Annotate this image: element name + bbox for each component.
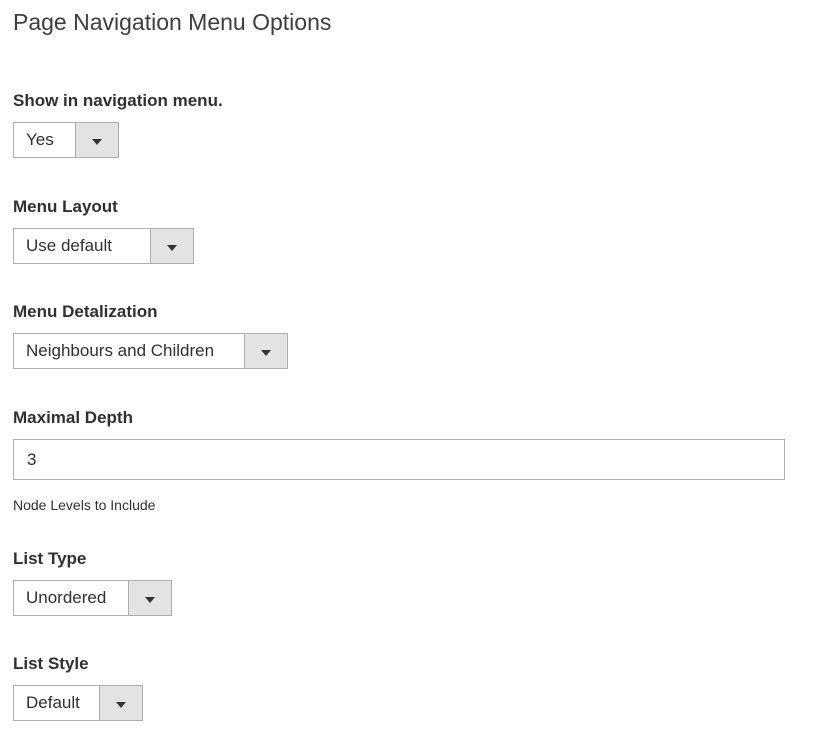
show-in-nav-label: Show in navigation menu. <box>13 91 223 110</box>
menu-layout-select[interactable]: Use default <box>13 228 194 264</box>
show-in-nav-field: Show in navigation menu. Yes <box>13 90 223 158</box>
page-title: Page Navigation Menu Options <box>13 9 332 35</box>
list-style-field: List Style Default <box>13 653 143 721</box>
maximal-depth-field: Maximal Depth Node Levels to Include <box>13 407 785 514</box>
caret-down-icon <box>261 349 271 356</box>
caret-down-icon <box>92 138 102 145</box>
menu-layout-value: Use default <box>26 236 112 255</box>
maximal-depth-label: Maximal Depth <box>13 408 133 427</box>
list-type-label: List Type <box>13 549 87 568</box>
show-in-nav-value: Yes <box>26 130 54 149</box>
menu-layout-label: Menu Layout <box>13 197 118 216</box>
caret-down-icon <box>167 244 177 251</box>
show-in-nav-select[interactable]: Yes <box>13 122 119 158</box>
list-type-select[interactable]: Unordered <box>13 580 172 616</box>
menu-detalization-field: Menu Detalization Neighbours and Childre… <box>13 301 288 369</box>
list-type-field: List Type Unordered <box>13 548 172 616</box>
menu-detalization-select[interactable]: Neighbours and Children <box>13 333 288 369</box>
list-style-dropdown-button[interactable] <box>99 686 142 720</box>
menu-detalization-label: Menu Detalization <box>13 302 158 321</box>
caret-down-icon <box>145 596 155 603</box>
menu-detalization-dropdown-button[interactable] <box>244 334 287 368</box>
list-style-value: Default <box>26 693 80 712</box>
menu-layout-field: Menu Layout Use default <box>13 196 194 264</box>
list-style-label: List Style <box>13 654 89 673</box>
list-type-dropdown-button[interactable] <box>128 581 171 615</box>
caret-down-icon <box>116 701 126 708</box>
maximal-depth-input[interactable] <box>13 439 785 480</box>
list-style-select[interactable]: Default <box>13 685 143 721</box>
menu-detalization-value: Neighbours and Children <box>26 341 215 360</box>
menu-layout-dropdown-button[interactable] <box>150 229 193 263</box>
list-type-value: Unordered <box>26 588 107 607</box>
show-in-nav-dropdown-button[interactable] <box>75 123 118 157</box>
maximal-depth-note: Node Levels to Include <box>13 497 156 513</box>
